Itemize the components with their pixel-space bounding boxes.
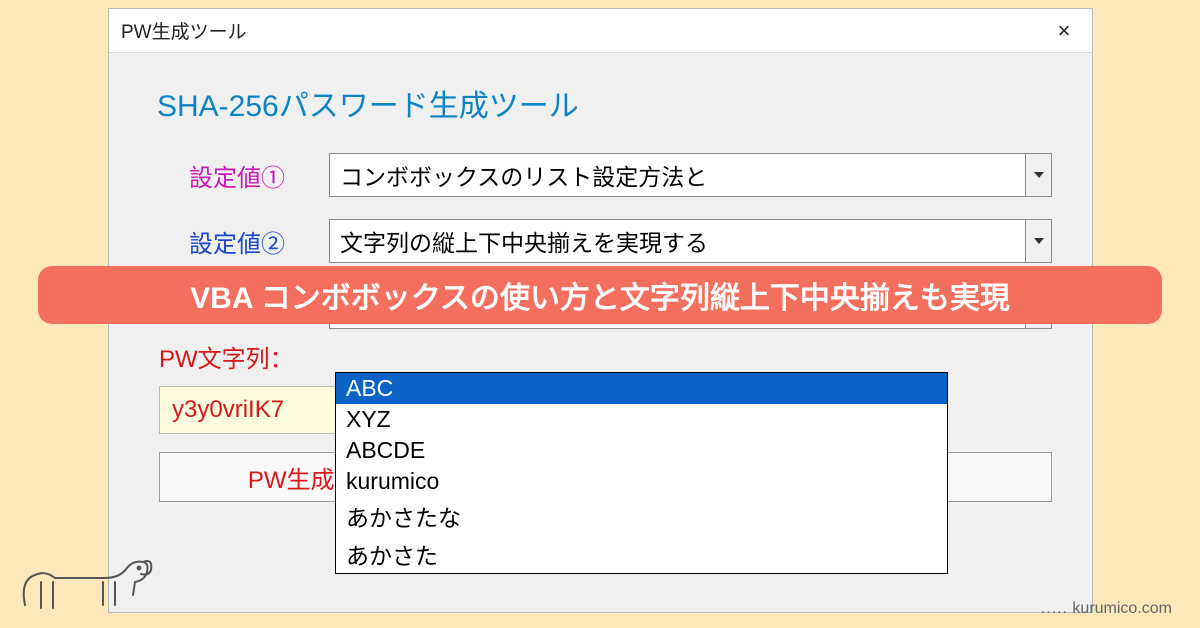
footer-dots: .....: [1041, 600, 1068, 617]
row-setting-2: 設定値② 文字列の縦上下中央揃えを実現する: [189, 219, 1052, 263]
close-icon: ×: [1058, 18, 1071, 44]
footer-brand-text: kurumico.com: [1072, 600, 1172, 617]
overlay-banner: VBA コンボボックスの使い方と文字列縦上下中央揃えも実現: [38, 266, 1162, 324]
close-button[interactable]: ×: [1036, 9, 1092, 53]
dropdown-item[interactable]: あかさた: [336, 535, 947, 573]
chevron-down-icon[interactable]: [1025, 154, 1051, 196]
combo-setting-2[interactable]: 文字列の縦上下中央揃えを実現する: [329, 219, 1052, 263]
label-setting-1: 設定値①: [189, 158, 329, 193]
label-setting-2: 設定値②: [189, 224, 329, 259]
combo-setting-1[interactable]: コンボボックスのリスト設定方法と: [329, 153, 1052, 197]
titlebar: PW生成ツール ×: [109, 9, 1092, 53]
footer-brand: ..... kurumico.com: [1041, 600, 1172, 618]
dropdown-item[interactable]: ABCDE: [336, 435, 947, 466]
window-title: PW生成ツール: [121, 17, 247, 44]
dropdown-item[interactable]: あかさたな: [336, 497, 947, 535]
page-title: SHA-256パスワード生成ツール: [157, 81, 1052, 125]
combo-1-value: コンボボックスのリスト設定方法と: [330, 158, 1025, 192]
pw-output-value: y3y0vriIK7: [172, 396, 284, 424]
chevron-down-icon[interactable]: [1025, 220, 1051, 262]
dropdown-item[interactable]: XYZ: [336, 404, 947, 435]
generate-button-label: PW生成: [248, 460, 335, 495]
row-pw-output: PW文字列：: [159, 339, 1052, 374]
dog-icon: [15, 520, 155, 620]
dropdown-item[interactable]: ABC: [336, 373, 947, 404]
banner-text: VBA コンボボックスの使い方と文字列縦上下中央揃えも実現: [190, 273, 1010, 317]
row-setting-1: 設定値① コンボボックスのリスト設定方法と: [189, 153, 1052, 197]
combo-2-value: 文字列の縦上下中央揃えを実現する: [330, 224, 1025, 258]
dropdown-item[interactable]: kurumico: [336, 466, 947, 497]
label-pw: PW文字列：: [159, 339, 329, 374]
combo-3-dropdown[interactable]: ABC XYZ ABCDE kurumico あかさたな あかさた: [335, 372, 948, 574]
